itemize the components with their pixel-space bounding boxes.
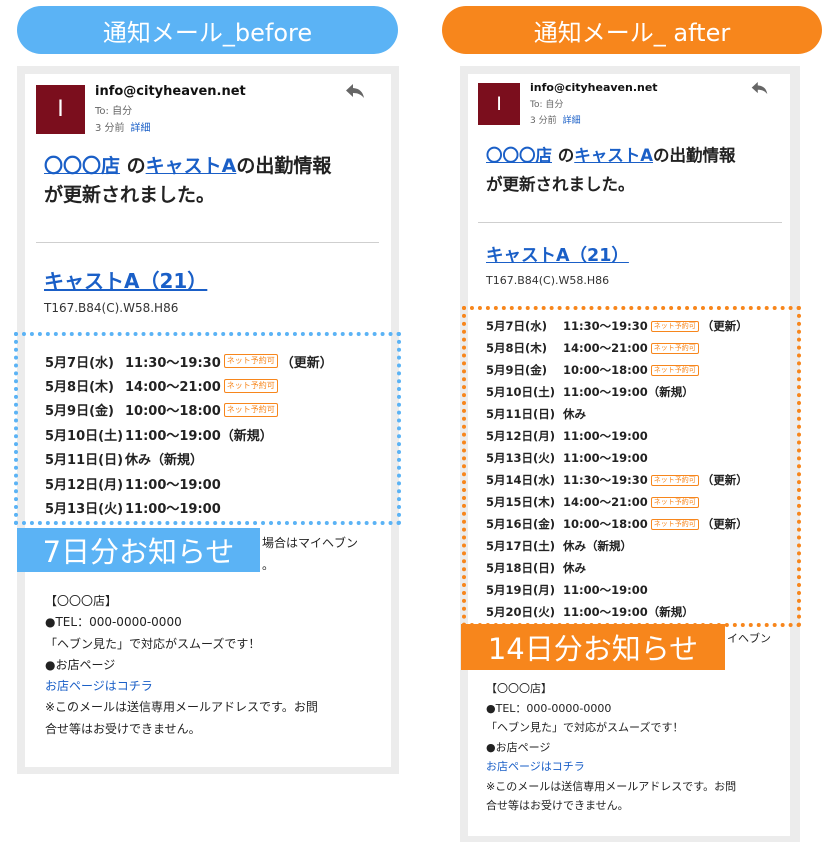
no-reply-notice: 合せ等はお受けできません。 [486,799,629,812]
no-reply-notice: ※このメールは送信専用メールアドレスです。お問 [45,700,318,715]
email-footer: 【〇〇〇店】 ●TEL：000-0000-0000 「ヘブン見た」で対応がスムー… [486,679,736,816]
sender-email: info@cityheaven.net [530,81,658,94]
sender-avatar: I [36,85,85,134]
after-title: 通知メール_ after [442,6,822,54]
details-link[interactable]: 詳細 [131,123,151,134]
shop-tel: ●TEL：000-0000-0000 [486,701,612,715]
fourteen-day-label: 14日分お知らせ [461,624,725,670]
heaven-note: 「ヘブン見た」で対応がスムーズです！ [45,636,261,651]
shop-page-link[interactable]: お店ページはコチラ [45,676,318,697]
divider [36,242,379,243]
headline-text: の出勤情報 [236,155,332,177]
reply-icon[interactable] [344,82,366,104]
cast-link[interactable]: キャストA [574,146,653,165]
shop-page-label: ●お店ページ [45,657,116,672]
sent-time: 3 分前 詳細 [95,119,151,134]
sender-avatar: I [478,83,520,125]
shop-page-link[interactable]: お店ページはコチラ [486,757,736,777]
highlight-frame [462,306,801,627]
reply-icon[interactable] [750,80,769,100]
sent-time-text: 3 分前 [530,116,557,126]
peek-text: イヘブン [727,632,771,645]
no-reply-notice: 合せ等はお受けできません。 [45,721,201,736]
heaven-note: 「ヘブン見た」で対応がスムーズです！ [486,721,684,734]
cast-title-link[interactable]: キャストA（21） [486,242,629,267]
shop-name: 【〇〇〇店】 [45,594,118,608]
headline-text: の [552,146,575,165]
shop-link[interactable]: 〇〇〇店 [44,155,120,177]
shop-tel: ●TEL：000-0000-0000 [45,615,182,630]
highlight-frame [14,332,401,525]
sent-time: 3 分前 詳細 [530,113,581,126]
headline-text: が更新されました。 [486,174,635,194]
shop-page-label: ●お店ページ [486,740,551,754]
cast-measurements: T167.B84(C).W58.H86 [486,274,610,287]
sent-time-text: 3 分前 [95,123,125,134]
details-link[interactable]: 詳細 [563,116,581,126]
shop-link[interactable]: 〇〇〇店 [486,146,552,165]
divider [478,222,782,223]
headline-text: の [120,155,146,177]
no-reply-notice: ※このメールは送信専用メールアドレスです。お問 [486,779,737,793]
sender-email: info@cityheaven.net [95,84,246,99]
shop-name: 【〇〇〇店】 [486,682,552,695]
update-headline: 〇〇〇店 のキャストAの出勤情報 が更新されました。 [486,142,786,200]
peek-text: 場合はマイヘブン [262,536,359,550]
cast-title-link[interactable]: キャストA（21） [44,265,207,294]
peek-text: 。 [262,558,275,572]
before-title: 通知メール_before [17,6,398,54]
headline-text: が更新されました。 [44,184,216,207]
headline-text: の出勤情報 [653,146,736,165]
cast-measurements: T167.B84(C).W58.H86 [44,301,179,315]
update-headline: 〇〇〇店 のキャストAの出勤情報 が更新されました。 [44,152,374,211]
recipient-line: To: 自分 [530,100,564,110]
seven-day-label: 7日分お知らせ [17,528,260,572]
cast-link[interactable]: キャストA [146,155,237,177]
recipient-line: To: 自分 [95,106,133,117]
email-footer: 【〇〇〇店】 ●TEL：000-0000-0000 「ヘブン見た」で対応がスムー… [45,591,318,740]
